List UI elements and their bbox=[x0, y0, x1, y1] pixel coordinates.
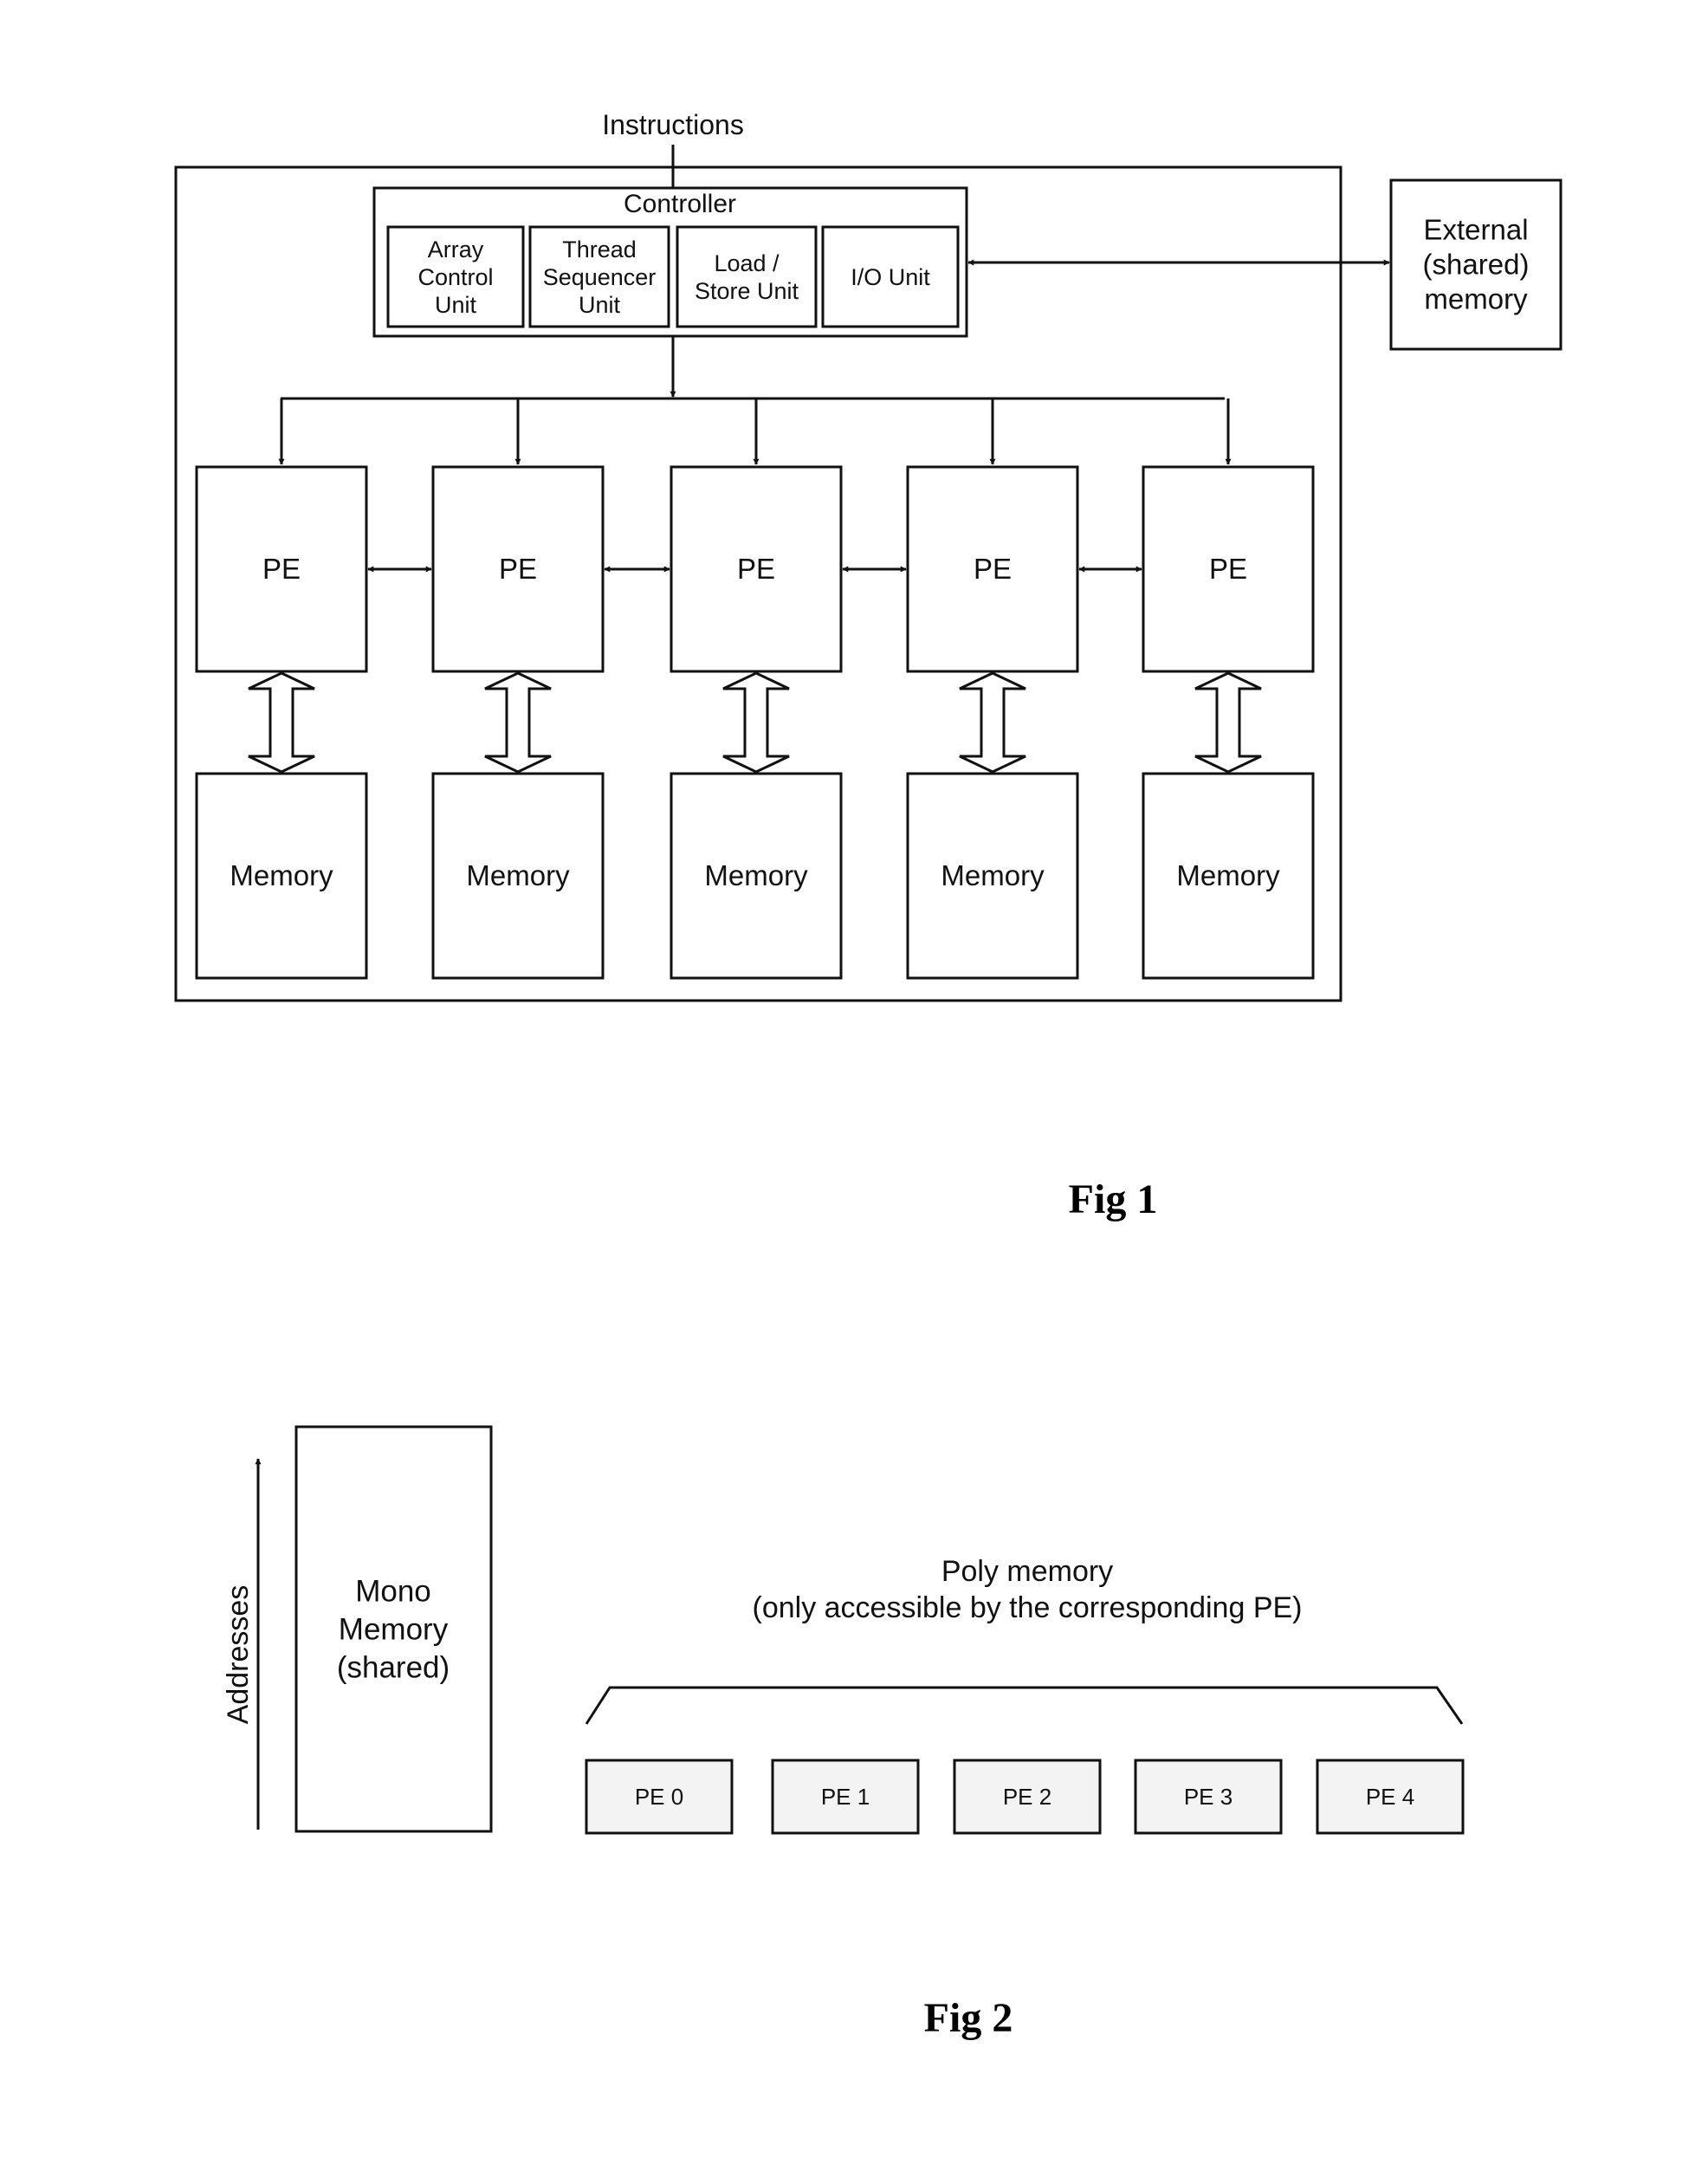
array-control-unit: ArrayControlUnit bbox=[386, 225, 525, 328]
pe-memory-bidirectional-arrow bbox=[484, 671, 552, 774]
io-unit-label-line: I/O Unit bbox=[851, 264, 930, 290]
pe-column-3: PE Memory bbox=[906, 398, 1142, 980]
external-memory-label-line: memory bbox=[1424, 283, 1528, 315]
poly-memory-bracket bbox=[585, 1686, 1464, 1725]
poly-pe-block-1: PE 1 bbox=[771, 1759, 920, 1835]
memory-label: Memory bbox=[704, 859, 808, 891]
array-control-unit-label-line: Control bbox=[417, 264, 493, 290]
pe-column-0: PE Memory bbox=[195, 398, 432, 980]
pe-memory-bidirectional-arrow bbox=[959, 671, 1026, 774]
pe-column-1: PE Memory bbox=[431, 398, 670, 980]
pe-label: PE bbox=[262, 553, 301, 585]
external-memory-label-line: External bbox=[1423, 214, 1528, 246]
pe-label: PE bbox=[499, 553, 537, 585]
thread-sequencer-unit: ThreadSequencerUnit bbox=[528, 225, 670, 328]
poly-pe-block-4: PE 4 bbox=[1316, 1759, 1465, 1835]
io-unit: I/O Unit bbox=[821, 225, 960, 328]
thread-sequencer-unit-label-line: Thread bbox=[562, 236, 637, 262]
array-control-unit-label-line: Unit bbox=[435, 292, 477, 318]
mono-memory-block: Mono Memory (shared) bbox=[294, 1425, 493, 1833]
figure-1: Instructions Controller ArrayControlUnit… bbox=[174, 109, 1562, 1222]
pe-label: PE bbox=[974, 553, 1012, 585]
mono-memory-label-line: Memory bbox=[339, 1612, 449, 1646]
load-store-unit-label-line: Load / bbox=[714, 250, 780, 276]
thread-sequencer-unit-label-line: Sequencer bbox=[543, 264, 657, 290]
load-store-unit-label-line: Store Unit bbox=[695, 278, 799, 304]
controller-title: Controller bbox=[624, 190, 736, 218]
poly-memory-label-line: (only accessible by the corresponding PE… bbox=[753, 1591, 1303, 1624]
pe-column-2: PE Memory bbox=[670, 398, 907, 980]
poly-memory-label-line: Poly memory bbox=[941, 1555, 1113, 1588]
pe-label: PE bbox=[1209, 553, 1247, 585]
pe-memory-bidirectional-arrow bbox=[1194, 671, 1262, 774]
thread-sequencer-unit-label-line: Unit bbox=[579, 292, 621, 318]
poly-pe-block-3: PE 3 bbox=[1134, 1759, 1283, 1835]
poly-memory-pe-blocks: PE 0 PE 1 PE 2 PE 3 PE 4 bbox=[585, 1759, 1465, 1835]
memory-label: Memory bbox=[230, 859, 333, 891]
array-control-unit-label-line: Array bbox=[428, 236, 484, 262]
patent-drawing-sheet: Instructions Controller ArrayControlUnit… bbox=[174, 109, 1562, 2041]
mono-memory-label-line: (shared) bbox=[337, 1650, 450, 1684]
memory-label: Memory bbox=[466, 859, 570, 891]
fig2-caption: Fig 2 bbox=[924, 1995, 1013, 2041]
pe-array: PE Memory PE Memory PE Memory PE Memory PE Memory bbox=[195, 398, 1315, 980]
poly-pe-label: PE 2 bbox=[1003, 1784, 1051, 1810]
memory-label: Memory bbox=[941, 859, 1045, 891]
poly-pe-label: PE 4 bbox=[1366, 1784, 1414, 1810]
pe-column-4: PE Memory bbox=[1142, 398, 1315, 980]
addresses-label: Addresses bbox=[222, 1585, 255, 1725]
external-memory-label-line: (shared) bbox=[1423, 249, 1530, 281]
poly-memory-label: Poly memory(only accessible by the corre… bbox=[753, 1555, 1303, 1624]
instructions-label: Instructions bbox=[602, 109, 744, 140]
fig1-caption: Fig 1 bbox=[1069, 1176, 1158, 1222]
mono-memory-label-line: Mono bbox=[355, 1574, 431, 1608]
load-store-unit-box bbox=[676, 225, 818, 328]
pe-label: PE bbox=[737, 553, 775, 585]
poly-pe-label: PE 0 bbox=[635, 1784, 683, 1810]
poly-pe-block-2: PE 2 bbox=[953, 1759, 1102, 1835]
memory-label: Memory bbox=[1176, 859, 1280, 891]
load-store-unit: Load /Store Unit bbox=[676, 225, 818, 328]
poly-pe-label: PE 3 bbox=[1184, 1784, 1232, 1810]
controller-block: Controller ArrayControlUnitThreadSequenc… bbox=[372, 186, 968, 338]
poly-pe-label: PE 1 bbox=[821, 1784, 870, 1810]
external-memory-block: External(shared)memory bbox=[1389, 178, 1562, 351]
poly-pe-block-0: PE 0 bbox=[585, 1759, 734, 1835]
pe-memory-bidirectional-arrow bbox=[722, 671, 790, 774]
figure-2: Addresses Mono Memory (shared) Poly memory… bbox=[222, 1425, 1465, 2041]
pe-memory-bidirectional-arrow bbox=[248, 671, 315, 774]
